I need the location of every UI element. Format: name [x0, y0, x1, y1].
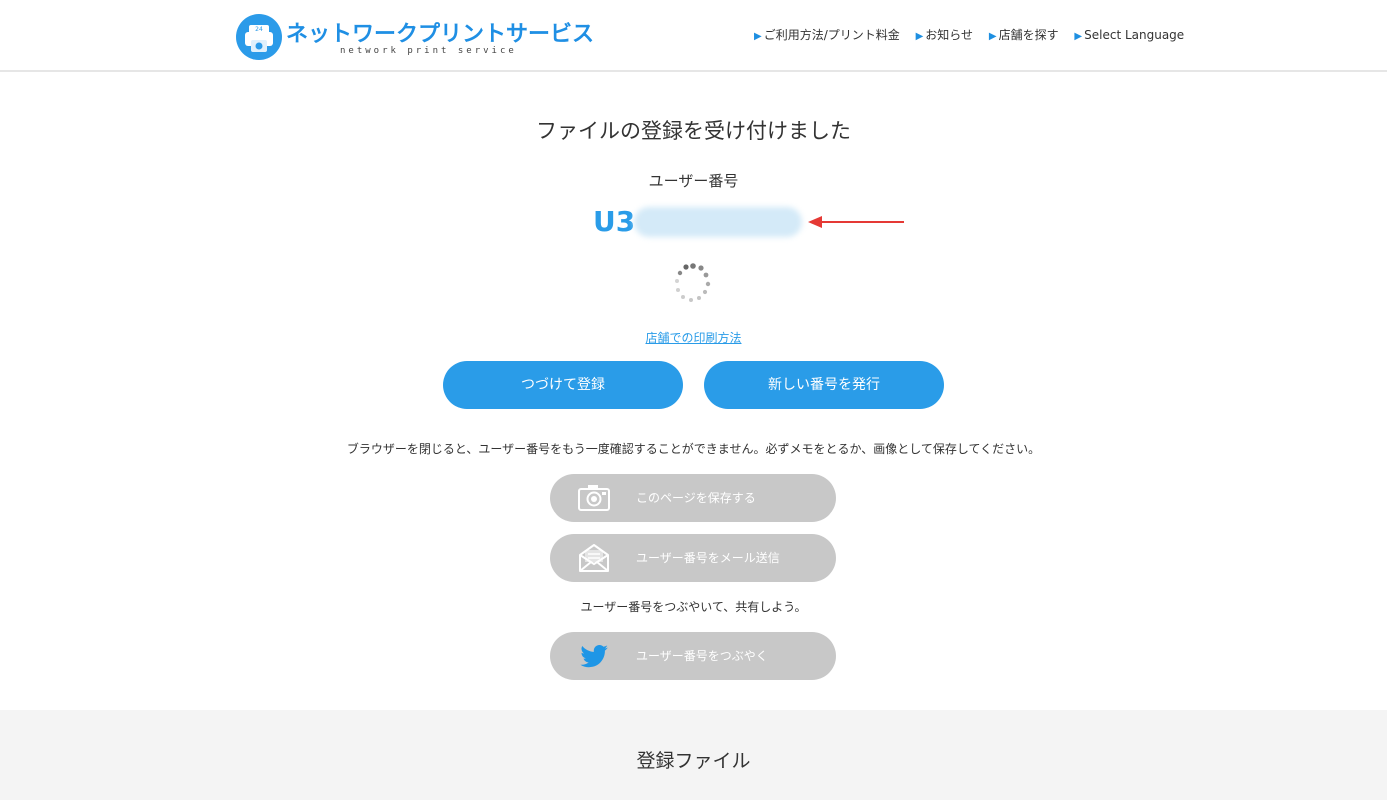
registered-files-section: 登録ファイル	[0, 710, 1387, 800]
logo-title: ネットワークプリントサービス	[286, 22, 595, 47]
nav-label: お知らせ	[925, 28, 974, 42]
warning-text: ブラウザーを閉じると、ユーザー番号をもう一度確認することができません。必ずメモを…	[346, 442, 1041, 456]
twitter-icon	[580, 645, 608, 668]
new-number-button[interactable]: 新しい番号を発行	[704, 361, 944, 409]
loading-spinner-icon	[675, 263, 711, 302]
mail-button-label: ユーザー番号をメール送信	[636, 551, 780, 565]
triangle-icon: ▶	[754, 31, 762, 42]
site-logo[interactable]: 24 ネットワークプリントサービス network print service	[236, 14, 594, 60]
nav-news[interactable]: ▶ お知らせ	[916, 26, 973, 43]
nav-store-search[interactable]: ▶ 店舗を探す	[989, 26, 1059, 43]
nav-label: ご利用方法/プリント料金	[763, 28, 900, 42]
continue-register-button[interactable]: つづけて登録	[443, 361, 683, 409]
nav-usage-pricing[interactable]: ▶ ご利用方法/プリント料金	[754, 26, 900, 43]
mail-user-number-button[interactable]: ユーザー番号をメール送信	[550, 534, 836, 582]
red-arrow-annotation	[808, 216, 904, 228]
mail-icon	[579, 544, 609, 572]
logo-badge: 24	[255, 26, 263, 33]
user-number-label: ユーザー番号	[648, 172, 739, 190]
triangle-icon: ▶	[1074, 31, 1083, 42]
logo-subtitle: network print service	[340, 46, 517, 56]
tweet-button-label: ユーザー番号をつぶやく	[636, 649, 768, 663]
user-number-redacted	[634, 207, 802, 237]
camera-icon	[578, 485, 610, 511]
tweet-user-number-button[interactable]: ユーザー番号をつぶやく	[550, 632, 836, 680]
triangle-icon: ▶	[915, 31, 924, 42]
nav-select-language[interactable]: ▶ Select Language	[1074, 28, 1184, 42]
save-page-button[interactable]: このページを保存する	[550, 474, 836, 522]
nav-label: Select Language	[1084, 28, 1185, 42]
site-header: 24 ネットワークプリントサービス network print service …	[0, 0, 1387, 72]
nav-label: 店舗を探す	[998, 28, 1059, 42]
registered-files-title: 登録ファイル	[636, 750, 751, 772]
triangle-icon: ▶	[988, 31, 997, 42]
share-prompt-text: ユーザー番号をつぶやいて、共有しよう。	[580, 600, 807, 614]
page-title: ファイルの登録を受け付けました	[536, 119, 851, 143]
user-number-value: U3	[593, 205, 636, 238]
logo-printer-icon: 24	[236, 14, 282, 60]
howto-link-label[interactable]: 店舗での印刷方法	[645, 331, 741, 345]
howto-print-link[interactable]: 店舗での印刷方法	[0, 329, 1387, 346]
save-page-label: このページを保存する	[636, 491, 756, 505]
header-nav: ▶ ご利用方法/プリント料金 ▶ お知らせ ▶ 店舗を探す ▶ Select Langu…	[754, 26, 1196, 43]
